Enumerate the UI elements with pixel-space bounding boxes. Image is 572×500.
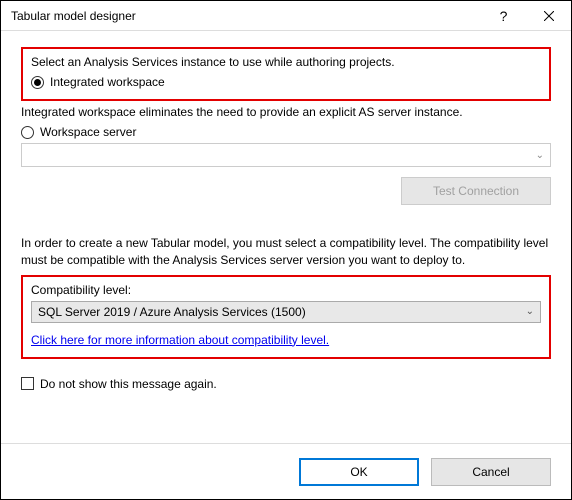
close-icon <box>544 11 554 21</box>
integrated-description: Integrated workspace eliminates the need… <box>21 105 551 119</box>
titlebar: Tabular model designer ? <box>1 1 571 31</box>
radio-workspace-server[interactable]: Workspace server <box>21 125 551 139</box>
radio-icon <box>31 76 44 89</box>
compatibility-description: In order to create a new Tabular model, … <box>21 235 551 269</box>
cancel-button[interactable]: Cancel <box>431 458 551 486</box>
radio-label: Integrated workspace <box>50 75 165 89</box>
dialog-content: Select an Analysis Services instance to … <box>1 31 571 443</box>
compatibility-label: Compatibility level: <box>31 283 541 297</box>
workspace-highlight: Select an Analysis Services instance to … <box>21 47 551 101</box>
checkbox-icon <box>21 377 34 390</box>
button-label: OK <box>350 465 367 479</box>
window-title: Tabular model designer <box>11 9 481 23</box>
instruction-text: Select an Analysis Services instance to … <box>31 55 541 69</box>
button-label: Test Connection <box>433 184 519 198</box>
radio-icon <box>21 126 34 139</box>
dropdown-value: SQL Server 2019 / Azure Analysis Service… <box>38 305 306 319</box>
compatibility-level-dropdown[interactable]: SQL Server 2019 / Azure Analysis Service… <box>31 301 541 323</box>
compatibility-highlight: Compatibility level: SQL Server 2019 / A… <box>21 275 551 359</box>
dialog-window: Tabular model designer ? Select an Analy… <box>0 0 572 500</box>
dialog-footer: OK Cancel <box>1 443 571 499</box>
ok-button[interactable]: OK <box>299 458 419 486</box>
radio-integrated-workspace[interactable]: Integrated workspace <box>31 75 541 89</box>
button-label: Cancel <box>472 465 509 479</box>
test-connection-button: Test Connection <box>401 177 551 205</box>
radio-label: Workspace server <box>40 125 136 139</box>
test-connection-row: Test Connection <box>21 177 551 205</box>
chevron-down-icon: ⌄ <box>526 306 534 317</box>
compatibility-info-link[interactable]: Click here for more information about co… <box>31 333 329 347</box>
do-not-show-checkbox[interactable]: Do not show this message again. <box>21 377 551 391</box>
help-button[interactable]: ? <box>481 1 526 31</box>
close-button[interactable] <box>526 1 571 31</box>
checkbox-label: Do not show this message again. <box>40 377 217 391</box>
workspace-server-input[interactable]: ⌄ <box>21 143 551 167</box>
chevron-down-icon: ⌄ <box>536 150 544 161</box>
